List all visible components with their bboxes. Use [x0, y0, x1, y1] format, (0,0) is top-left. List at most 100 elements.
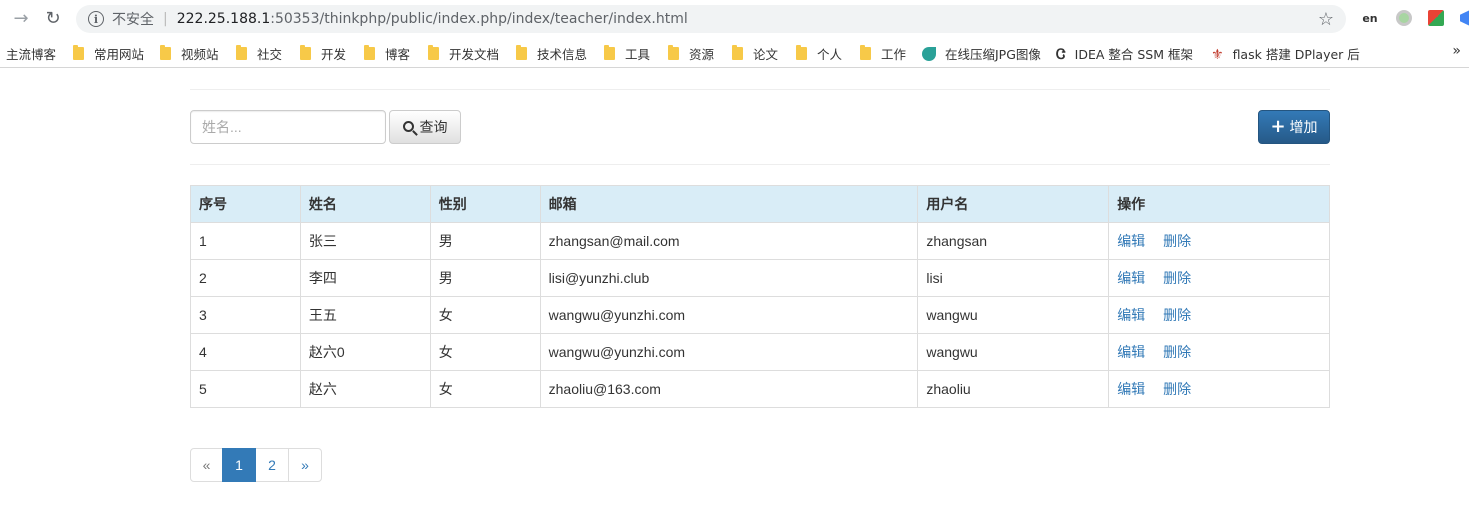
- colorful-extension-icon[interactable]: [1427, 9, 1445, 27]
- bookmark-folder[interactable]: 开发文档: [428, 44, 499, 63]
- cast-extension-icon[interactable]: [1456, 9, 1469, 27]
- folder-icon: [796, 45, 807, 60]
- pagination-page-1[interactable]: 1: [222, 448, 256, 482]
- bookmark-item[interactable]: 主流博客: [6, 44, 56, 63]
- cell-name: 赵六: [299, 370, 431, 408]
- cell-username: zhaoliu: [917, 370, 1110, 408]
- cell-gender: 男: [429, 259, 541, 297]
- omnibox[interactable]: i 不安全 | 222.25.188.1 :50353/thinkphp/pub…: [76, 5, 1346, 33]
- cell-name: 李四: [299, 259, 431, 297]
- pagination-page-2[interactable]: 2: [255, 448, 289, 482]
- divider: [190, 164, 1330, 165]
- bookmark-folder[interactable]: 工具: [604, 44, 650, 63]
- cell-username: wangwu: [917, 333, 1110, 371]
- edit-link[interactable]: 编辑: [1117, 233, 1145, 249]
- bookmark-label: 资源: [689, 47, 715, 62]
- insecure-label: 不安全: [112, 12, 154, 28]
- cell-email: lisi@yunzhi.club: [539, 259, 919, 297]
- name-search-input[interactable]: [190, 110, 386, 144]
- back-arrow-icon[interactable]: →: [8, 6, 34, 32]
- bookmark-folder[interactable]: 博客: [364, 44, 410, 63]
- cell-email: zhaoliu@163.com: [539, 370, 919, 408]
- folder-icon: [668, 45, 679, 60]
- cell-id: 5: [190, 370, 301, 408]
- add-button-label: 增加: [1289, 120, 1318, 136]
- search-icon: [402, 120, 414, 132]
- info-icon[interactable]: i: [88, 11, 104, 27]
- pagination-prev[interactable]: «: [190, 448, 223, 482]
- cell-gender: 女: [429, 333, 541, 371]
- bookmark-folder[interactable]: 社交: [236, 44, 282, 63]
- cell-name: 张三: [299, 222, 431, 260]
- pagination-next[interactable]: »: [288, 448, 322, 482]
- folder-icon: [300, 45, 311, 60]
- plus-icon: +: [1270, 116, 1286, 137]
- edit-link[interactable]: 编辑: [1117, 381, 1145, 397]
- cell-actions: 编辑 删除: [1108, 259, 1330, 297]
- delete-link[interactable]: 删除: [1163, 344, 1191, 360]
- table-row: 4 赵六0 女 wangwu@yunzhi.com wangwu 编辑 删除: [190, 333, 1330, 371]
- add-button[interactable]: + 增加: [1258, 110, 1330, 144]
- cell-name: 赵六0: [299, 333, 431, 371]
- circle-extension-icon[interactable]: [1395, 9, 1413, 27]
- edit-link[interactable]: 编辑: [1117, 270, 1145, 286]
- cell-name: 王五: [299, 296, 431, 334]
- bookmark-folder[interactable]: 常用网站: [73, 44, 144, 63]
- bookmark-label: 开发: [321, 47, 347, 62]
- cell-actions: 编辑 删除: [1108, 333, 1330, 371]
- cell-gender: 女: [429, 370, 541, 408]
- bookmark-label: 工作: [881, 47, 907, 62]
- delete-link[interactable]: 删除: [1163, 381, 1191, 397]
- folder-icon: [364, 45, 375, 60]
- bookmark-folder[interactable]: 工作: [860, 44, 906, 63]
- bookmark-label: 技术信息: [537, 47, 588, 62]
- cell-email: zhangsan@mail.com: [539, 222, 919, 260]
- bookmark-folder[interactable]: 开发: [300, 44, 346, 63]
- star-icon[interactable]: ☆: [1318, 9, 1334, 30]
- bookmark-folder[interactable]: 技术信息: [516, 44, 587, 63]
- teacher-table: 序号 姓名 性别 邮箱 用户名 操作 1 张三 男 zhangsan@mail.…: [190, 185, 1330, 408]
- bookmark-item[interactable]: Ꮳ IDEA 整合 SSM 框架: [1056, 44, 1193, 63]
- header-username: 用户名: [917, 185, 1110, 223]
- table-row: 2 李四 男 lisi@yunzhi.club lisi 编辑 删除: [190, 259, 1330, 297]
- delete-link[interactable]: 删除: [1163, 233, 1191, 249]
- url-separator: |: [163, 11, 168, 27]
- bookmarks-bar: 主流博客 常用网站 视频站 社交 开发 博客 开发文档 技术信息 工具 资源 论…: [0, 37, 1469, 68]
- bookmark-label: flask 搭建 DPlayer 后: [1232, 47, 1360, 62]
- bookmark-folder[interactable]: 视频站: [160, 44, 219, 63]
- cell-email: wangwu@yunzhi.com: [539, 296, 919, 334]
- folder-icon: [516, 45, 527, 60]
- edit-link[interactable]: 编辑: [1117, 307, 1145, 323]
- bookmark-item[interactable]: ⚜ flask 搭建 DPlayer 后: [1211, 44, 1360, 63]
- delete-link[interactable]: 删除: [1163, 307, 1191, 323]
- header-name: 姓名: [299, 185, 431, 223]
- bookmark-label: 开发文档: [449, 47, 500, 62]
- divider: [190, 89, 1330, 90]
- edit-link[interactable]: 编辑: [1117, 344, 1145, 360]
- bookmark-folder[interactable]: 论文: [732, 44, 778, 63]
- folder-icon: [160, 45, 171, 60]
- reload-icon[interactable]: ↻: [40, 6, 66, 32]
- bookmark-label: 主流博客: [6, 47, 57, 62]
- url-path: :50353/thinkphp/public/index.php/index/t…: [270, 11, 688, 27]
- query-button-label: 查询: [419, 120, 448, 136]
- cell-username: zhangsan: [917, 222, 1110, 260]
- bookmark-folder[interactable]: 资源: [668, 44, 714, 63]
- bookmark-item[interactable]: 在线压缩JPG图像: [922, 44, 1041, 63]
- cell-username: wangwu: [917, 296, 1110, 334]
- header-actions: 操作: [1108, 185, 1330, 223]
- bookmark-label: 个人: [817, 47, 843, 62]
- cell-actions: 编辑 删除: [1108, 296, 1330, 334]
- delete-link[interactable]: 删除: [1163, 270, 1191, 286]
- bookmark-label: 博客: [385, 47, 411, 62]
- cell-actions: 编辑 删除: [1108, 222, 1330, 260]
- bookmark-folder[interactable]: 个人: [796, 44, 842, 63]
- translate-extension-icon[interactable]: en: [1361, 9, 1379, 27]
- bookmarks-more-icon[interactable]: »: [1452, 43, 1461, 59]
- folder-icon: [73, 45, 84, 60]
- cell-gender: 女: [429, 296, 541, 334]
- table-row: 3 王五 女 wangwu@yunzhi.com wangwu 编辑 删除: [190, 296, 1330, 334]
- query-button[interactable]: 查询: [389, 110, 461, 144]
- flask-icon: ⚜: [1211, 46, 1224, 63]
- cell-gender: 男: [429, 222, 541, 260]
